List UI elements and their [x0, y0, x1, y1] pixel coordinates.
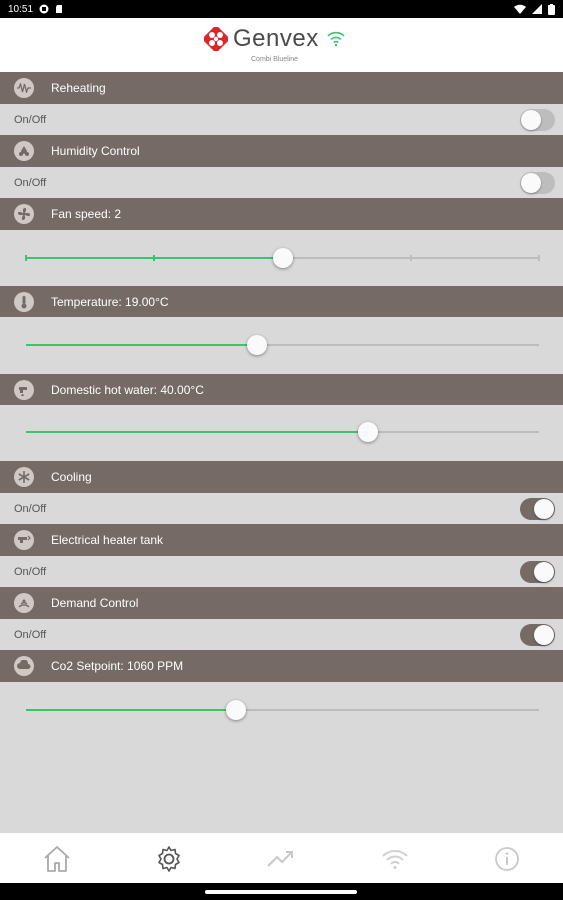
thermometer-icon: [14, 292, 34, 312]
reheating-onoff-label: On/Off: [14, 113, 47, 126]
temperature-slider[interactable]: [26, 335, 539, 355]
section-header-reheating: Reheating: [0, 72, 563, 104]
toggle-knob: [534, 624, 554, 645]
toggle-knob: [534, 498, 554, 519]
section-header-temperature: Temperature: 19.00°C: [0, 286, 563, 318]
humidity-onoff-label: On/Off: [14, 176, 47, 189]
reheating-row: On/Off: [0, 104, 563, 135]
wifi-status-icon: [514, 4, 526, 14]
hot-water-slider[interactable]: [26, 422, 539, 442]
section-title-co2: Co2 Setpoint: 1060 PPM: [51, 659, 184, 673]
hot-water-slider-fill: [26, 431, 369, 433]
hot-water-slider-thumb[interactable]: [358, 422, 379, 442]
fan-speed-tick: [538, 255, 540, 261]
demand-row: On/Off: [0, 619, 563, 650]
toggle-knob: [521, 172, 541, 193]
bottom-navigation: [0, 833, 563, 883]
co2-slider-fill: [26, 709, 237, 711]
hot-water-slider-row: [0, 405, 563, 461]
faucet-icon: [14, 380, 34, 400]
co2-slider-thumb[interactable]: [226, 700, 247, 720]
notification-icon: [39, 4, 49, 14]
trend-icon[interactable]: [266, 844, 296, 874]
section-header-hot-water: Domestic hot water: 40.00°C: [0, 374, 563, 406]
connection-wifi-icon: [327, 31, 345, 47]
section-header-demand: Demand Control: [0, 587, 563, 619]
heater-tank-onoff-label: On/Off: [14, 565, 47, 578]
snowflake-icon: [14, 467, 34, 487]
genvex-logo-icon: [204, 27, 228, 51]
section-title-demand: Demand Control: [51, 596, 139, 610]
status-bar: 10:51: [0, 0, 563, 18]
sensor-icon: [14, 593, 34, 613]
fan-speed-slider-thumb[interactable]: [272, 248, 293, 268]
co2-icon: [14, 656, 34, 676]
settings-icon[interactable]: [154, 844, 184, 874]
temperature-slider-row: [0, 317, 563, 374]
brand-name: Genvex: [233, 25, 319, 52]
battery-icon: [548, 3, 555, 15]
heater-tank-toggle[interactable]: [520, 560, 555, 583]
section-title-heater-tank: Electrical heater tank: [51, 533, 164, 547]
temperature-slider-thumb[interactable]: [246, 335, 267, 355]
cooling-onoff-label: On/Off: [14, 502, 47, 515]
info-icon[interactable]: [492, 844, 522, 874]
brand-subtitle: Combi Blueline: [251, 56, 299, 63]
fan-icon: [14, 204, 34, 224]
section-header-fan-speed: Fan speed: 2: [0, 198, 563, 230]
heater-tank-row: On/Off: [0, 556, 563, 587]
home-icon[interactable]: [42, 844, 72, 874]
section-header-co2: Co2 Setpoint: 1060 PPM: [0, 650, 563, 682]
heating-coil-icon: [14, 78, 34, 98]
home-gesture-handle[interactable]: [205, 890, 357, 894]
app-header: Genvex Combi Blueline: [0, 18, 563, 72]
reheating-toggle[interactable]: [520, 108, 555, 131]
tank-icon: [14, 530, 34, 550]
cooling-toggle[interactable]: [520, 497, 555, 520]
fan-speed-tick: [153, 255, 156, 261]
section-title-reheating: Reheating: [51, 81, 106, 95]
demand-onoff-label: On/Off: [14, 628, 47, 641]
fan-speed-tick: [409, 255, 412, 261]
section-title-fan-speed: Fan speed: 2: [51, 207, 122, 221]
signal-icon: [532, 4, 542, 14]
section-header-heater-tank: Electrical heater tank: [0, 524, 563, 556]
demand-toggle[interactable]: [520, 623, 555, 646]
section-header-cooling: Cooling: [0, 461, 563, 493]
section-header-humidity: Humidity Control: [0, 135, 563, 167]
brand-logo: Genvex: [204, 27, 345, 51]
wifi-icon[interactable]: [380, 844, 410, 874]
droplets-icon: [14, 141, 34, 161]
co2-slider-row: [0, 682, 563, 738]
humidity-row: On/Off: [0, 167, 563, 198]
toggle-knob: [521, 109, 541, 130]
humidity-toggle[interactable]: [520, 171, 555, 194]
section-title-temperature: Temperature: 19.00°C: [51, 295, 169, 309]
section-title-humidity: Humidity Control: [51, 144, 140, 158]
fan-speed-slider-row: [0, 230, 563, 286]
temperature-slider-fill: [26, 344, 257, 346]
sd-card-icon: [56, 5, 63, 13]
co2-slider[interactable]: [26, 700, 539, 720]
section-title-cooling: Cooling: [51, 470, 92, 484]
toggle-knob: [534, 561, 554, 582]
fan-speed-tick: [25, 255, 27, 261]
cooling-row: On/Off: [0, 493, 563, 524]
system-gesture-bar: [0, 883, 563, 900]
fan-speed-slider[interactable]: [25, 248, 540, 268]
status-time: 10:51: [8, 3, 34, 15]
section-title-hot-water: Domestic hot water: 40.00°C: [51, 383, 204, 397]
